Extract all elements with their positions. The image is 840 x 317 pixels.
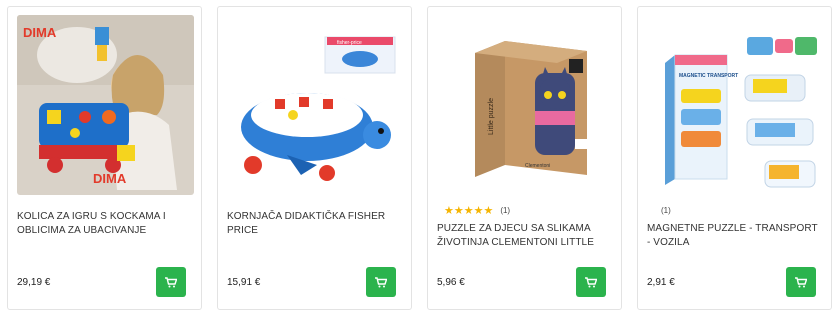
product-grid: DIMA DIMA KOLICA ZA IGRU S KOCKAMA I OBL… <box>0 0 840 317</box>
product-price: 2,91 € <box>647 277 675 288</box>
shopping-cart-icon <box>165 276 177 287</box>
box-label: MAGNETIC TRANSPORT <box>679 73 738 79</box>
product-rating: (1) <box>654 204 671 216</box>
shopping-cart-icon <box>375 276 387 287</box>
product-image[interactable]: MAGNETIC TRANSPORT <box>647 15 824 195</box>
product-card[interactable]: Little puzzle Clementoni ★★★★★ (1) PUZZL… <box>427 6 622 310</box>
box-label: Little puzzle <box>488 98 495 135</box>
product-image[interactable]: DIMA DIMA <box>17 15 194 195</box>
product-card[interactable]: MAGNETIC TRANSPORT (1) MAGNETNE PUZZLE -… <box>637 6 832 310</box>
product-price: 29,19 € <box>17 277 51 288</box>
product-title[interactable]: MAGNETNE PUZZLE - TRANSPORT - VOZILA <box>647 222 821 250</box>
brand-watermark: DIMA <box>23 25 57 40</box>
box-label: fisher-price <box>337 40 362 46</box>
rating-count: (1) <box>661 205 671 215</box>
product-card[interactable]: fisher-price KORNJAČA DIDAKTIČKA FISHER … <box>217 6 412 310</box>
product-title[interactable]: KORNJAČA DIDAKTIČKA FISHER PRICE <box>227 210 401 238</box>
shopping-cart-icon <box>585 276 597 287</box>
product-title[interactable]: KOLICA ZA IGRU S KOCKAMA I OBLICIMA ZA U… <box>17 210 191 238</box>
product-rating: ★★★★★ (1) <box>444 203 511 217</box>
svg-text:DIMA: DIMA <box>93 171 127 186</box>
rating-stars: ★★★★★ <box>444 203 494 217</box>
add-to-cart-button[interactable] <box>366 267 396 297</box>
product-card[interactable]: DIMA DIMA KOLICA ZA IGRU S KOCKAMA I OBL… <box>7 6 202 310</box>
add-to-cart-button[interactable] <box>786 267 816 297</box>
product-title[interactable]: PUZZLE ZA DJECU SA SLIKAMA ŽIVOTINJA CLE… <box>437 222 611 250</box>
product-price: 15,91 € <box>227 277 261 288</box>
add-to-cart-button[interactable] <box>576 267 606 297</box>
add-to-cart-button[interactable] <box>156 267 186 297</box>
rating-count: (1) <box>500 205 511 215</box>
shopping-cart-icon <box>795 276 807 287</box>
product-price: 5,96 € <box>437 277 465 288</box>
product-image[interactable]: Little puzzle Clementoni <box>437 15 614 195</box>
box-brand: Clementoni <box>525 163 550 169</box>
product-image[interactable]: fisher-price <box>227 15 404 195</box>
